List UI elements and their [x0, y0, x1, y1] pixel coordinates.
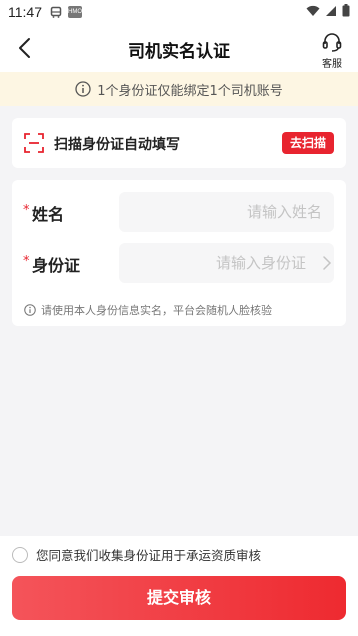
info-icon — [24, 304, 36, 316]
customer-service-label: 客服 — [322, 59, 342, 70]
agreement-checkbox[interactable] — [12, 546, 28, 563]
scan-button[interactable]: 去扫描 — [281, 132, 334, 154]
scan-label: 扫描身份证自动填写 — [54, 137, 180, 153]
status-bar: 11:47 HMO — [0, 0, 358, 24]
wifi-icon — [306, 5, 320, 16]
submit-button[interactable]: 提交审核 — [12, 576, 346, 620]
id-input[interactable] — [119, 243, 334, 283]
page-title: 司机实名认证 — [128, 42, 230, 62]
customer-service-button[interactable]: 客服 — [320, 32, 344, 70]
status-time: 11:47 — [8, 4, 42, 20]
info-icon — [75, 81, 91, 97]
id-label: 身份证 — [32, 256, 81, 275]
notice-text: 1个身份证仅能绑定1个司机账号 — [97, 83, 283, 99]
name-row: * 姓名 — [12, 192, 346, 232]
chevron-right-icon — [323, 256, 332, 270]
status-notification-icons: HMO — [50, 6, 82, 18]
name-input[interactable] — [119, 192, 334, 232]
form-tip: 请使用本人身份信息实名，平台会随机人脸核验 — [24, 302, 272, 318]
nav-bar: 司机实名认证 客服 — [0, 24, 358, 72]
status-right-icons — [306, 4, 350, 17]
required-mark: * — [23, 203, 30, 218]
identity-form: * 姓名 * 身份证 请使用本人身份信息实名，平台会随机人脸核验 — [12, 180, 346, 326]
headset-icon — [322, 33, 342, 52]
name-label: 姓名 — [32, 205, 65, 224]
scan-icon — [24, 133, 44, 153]
signal-icon — [326, 5, 336, 16]
app-notification-icon: HMO — [68, 6, 82, 18]
notice-banner: 1个身份证仅能绑定1个司机账号 — [0, 72, 358, 106]
scan-id-card: 扫描身份证自动填写 去扫描 — [12, 118, 346, 168]
agreement-row: 您同意我们收集身份证用于承运资质审核 — [12, 545, 261, 564]
id-row: * 身份证 — [12, 243, 346, 283]
form-tip-text: 请使用本人身份信息实名，平台会随机人脸核验 — [41, 304, 272, 317]
bottom-bar: 您同意我们收集身份证用于承运资质审核 提交审核 — [0, 536, 358, 636]
agreement-text: 您同意我们收集身份证用于承运资质审核 — [36, 548, 262, 563]
battery-icon — [342, 4, 350, 17]
bus-icon — [50, 6, 62, 18]
required-mark: * — [23, 254, 30, 269]
